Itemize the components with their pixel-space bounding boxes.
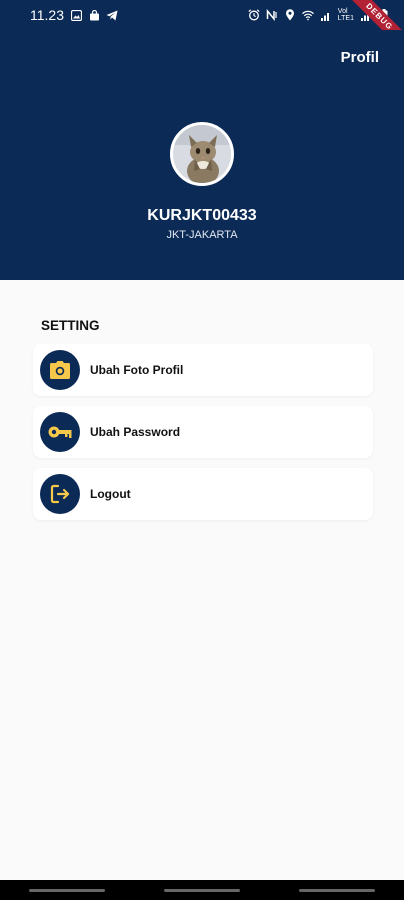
logout-icon (40, 474, 80, 514)
change-photo-button[interactable]: Ubah Foto Profil (33, 344, 373, 396)
cat-photo-icon (173, 125, 231, 183)
key-icon (40, 412, 80, 452)
logout-label: Logout (90, 487, 131, 501)
change-password-button[interactable]: Ubah Password (33, 406, 373, 458)
status-bar: 11.23 Vol LTE1 (0, 0, 404, 30)
gallery-icon (70, 9, 82, 21)
signal-icon (320, 9, 332, 21)
camera-icon (40, 350, 80, 390)
telegram-icon (106, 9, 118, 21)
status-left: 11.23 (30, 7, 118, 23)
recent-apps-button[interactable] (29, 888, 106, 892)
signal-label: Vol LTE1 (337, 8, 354, 22)
settings-section-title: SETTING (41, 318, 100, 333)
change-photo-label: Ubah Foto Profil (90, 363, 184, 377)
clock: 11.23 (30, 7, 64, 23)
profile-header: Profil KURJKT00433 JKT-JAKARTA (0, 30, 404, 280)
change-password-label: Ubah Password (90, 425, 181, 439)
location-icon (284, 9, 296, 21)
alarm-icon (248, 9, 260, 21)
nfc-icon (266, 9, 278, 21)
avatar[interactable] (170, 122, 234, 186)
system-nav-bar (0, 880, 404, 900)
logout-button[interactable]: Logout (33, 468, 373, 520)
username: KURJKT00433 (147, 207, 257, 224)
wifi-icon (301, 9, 314, 21)
back-button[interactable] (298, 888, 375, 892)
home-button[interactable] (163, 888, 240, 892)
settings-menu: Ubah Foto Profil Ubah Password Logout (33, 344, 373, 530)
page-title: Profil (340, 49, 379, 66)
shopping-bag-icon (88, 9, 100, 21)
user-region: JKT-JAKARTA (166, 229, 238, 241)
